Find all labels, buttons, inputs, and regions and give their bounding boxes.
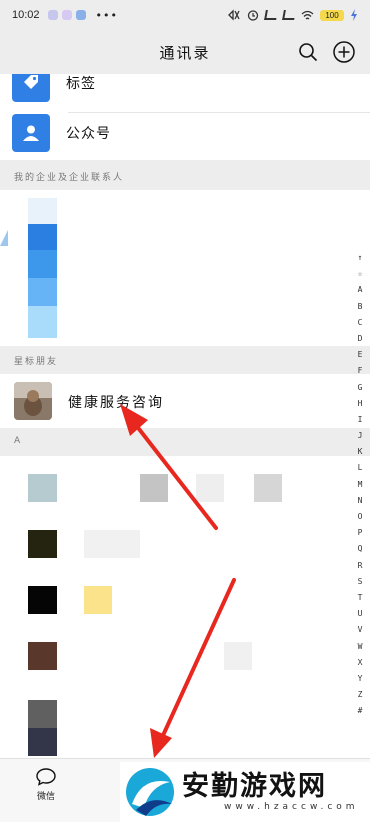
signal-icon (282, 10, 296, 20)
index-letter[interactable]: W (358, 639, 363, 655)
index-letter[interactable]: P (358, 525, 363, 541)
starred-contact-row[interactable] (0, 374, 370, 428)
entry-official-accounts[interactable]: 公众号 (12, 114, 111, 152)
tag-icon (12, 74, 50, 102)
index-letter[interactable]: A (358, 282, 363, 298)
blurred-avatar (28, 530, 57, 558)
index-letter[interactable]: N (358, 493, 363, 509)
blurred-avatar (28, 224, 57, 250)
index-letter[interactable]: F (358, 363, 363, 379)
index-letter[interactable]: ☆ (358, 266, 363, 282)
section-header-starred: 星标朋友 (14, 357, 59, 367)
index-letter[interactable]: Y (358, 671, 363, 687)
index-letter[interactable]: X (358, 655, 363, 671)
contact-name: 健康服务咨询 (68, 395, 164, 411)
notification-icon (61, 10, 72, 20)
index-letter[interactable]: T (358, 590, 363, 606)
index-letter[interactable]: K (358, 444, 363, 460)
page-title: 通讯录 (159, 43, 211, 62)
index-letter[interactable]: V (358, 622, 363, 638)
blurred-avatar (28, 586, 57, 614)
index-letter[interactable]: D (358, 331, 363, 347)
contacts-list: 标签 公众号 我的企业及企业联系人 星标朋友 健康服务咨询 A ↑ ☆ A B … (0, 74, 370, 758)
blurred-name (140, 474, 168, 502)
section-header-enterprise: 我的企业及企业联系人 (14, 173, 125, 183)
tab-wechat[interactable]: 微信 (26, 767, 66, 802)
index-letter[interactable]: J (358, 428, 363, 444)
status-more: ••• (95, 8, 118, 22)
status-notification-icons (47, 10, 86, 20)
blurred-name (224, 642, 252, 670)
status-bar: 10:02 ••• 100 (0, 0, 370, 30)
blurred-avatar (28, 306, 57, 338)
watermark-text: 安勤游戏网 www.hzaccw.com (182, 771, 359, 813)
blurred-name (84, 586, 112, 614)
blurred-avatar (28, 474, 57, 502)
watermark-sub: www.hzaccw.com (224, 802, 359, 812)
alarm-icon (247, 10, 259, 21)
blurred-avatar (28, 198, 57, 224)
watermark: 安勤游戏网 www.hzaccw.com (120, 762, 370, 822)
index-letter[interactable]: Z (358, 687, 363, 703)
blurred-avatar (28, 728, 57, 756)
charging-icon (351, 9, 357, 21)
index-letter[interactable]: Q (358, 541, 363, 557)
blurred-avatar (28, 278, 57, 306)
index-letter[interactable]: R (358, 558, 363, 574)
search-icon[interactable] (298, 42, 318, 62)
contact-avatar (14, 382, 52, 420)
contacts-screen: 10:02 ••• 100 通讯录 标签 公众号 我的企业及企业联系人 星标朋友… (0, 0, 370, 822)
index-letter[interactable]: S (358, 574, 363, 590)
index-letter[interactable]: # (358, 703, 363, 719)
chat-bubble-icon (36, 768, 56, 786)
battery-icon: 100 (320, 9, 344, 21)
nav-bar: 通讯录 (0, 30, 370, 74)
entry-tags[interactable]: 标签 (12, 74, 96, 102)
watermark-main: 安勤游戏网 (182, 771, 327, 802)
index-letter[interactable]: L (358, 460, 363, 476)
divider (68, 112, 370, 113)
mute-icon (228, 9, 240, 21)
add-icon[interactable] (332, 40, 356, 64)
status-right-icons: 100 (227, 9, 358, 21)
index-letter[interactable]: G (358, 380, 363, 396)
blurred-avatar (28, 700, 57, 728)
index-letter[interactable]: I (358, 412, 363, 428)
blurred-name (254, 474, 282, 502)
index-letter[interactable]: O (358, 509, 363, 525)
index-letter[interactable]: M (358, 477, 363, 493)
entry-label: 公众号 (66, 126, 111, 142)
blurred-avatar (28, 250, 57, 278)
blurred-name (196, 474, 224, 502)
watermark-logo (126, 768, 174, 816)
signal-icon (264, 10, 278, 20)
index-letter[interactable]: B (358, 299, 363, 315)
index-letter[interactable]: U (358, 606, 363, 622)
index-letter[interactable]: H (358, 396, 363, 412)
blurred-avatar (28, 642, 57, 670)
alphabet-index[interactable]: ↑ ☆ A B C D E F G H I J K L M N O P Q R S T U V W X Y Z # (353, 250, 367, 719)
status-time: 10:02 (12, 9, 40, 21)
entry-label: 标签 (66, 76, 96, 92)
index-letter[interactable]: C (358, 315, 363, 331)
index-letter[interactable]: ↑ (358, 250, 363, 266)
official-account-icon (12, 114, 50, 152)
section-header-a: A (14, 436, 23, 446)
index-letter[interactable]: E (358, 347, 363, 363)
notification-icon (47, 10, 58, 20)
notification-icon (75, 10, 86, 20)
blurred-name (84, 530, 140, 558)
tab-label: 微信 (36, 792, 55, 802)
wifi-icon (301, 10, 314, 19)
